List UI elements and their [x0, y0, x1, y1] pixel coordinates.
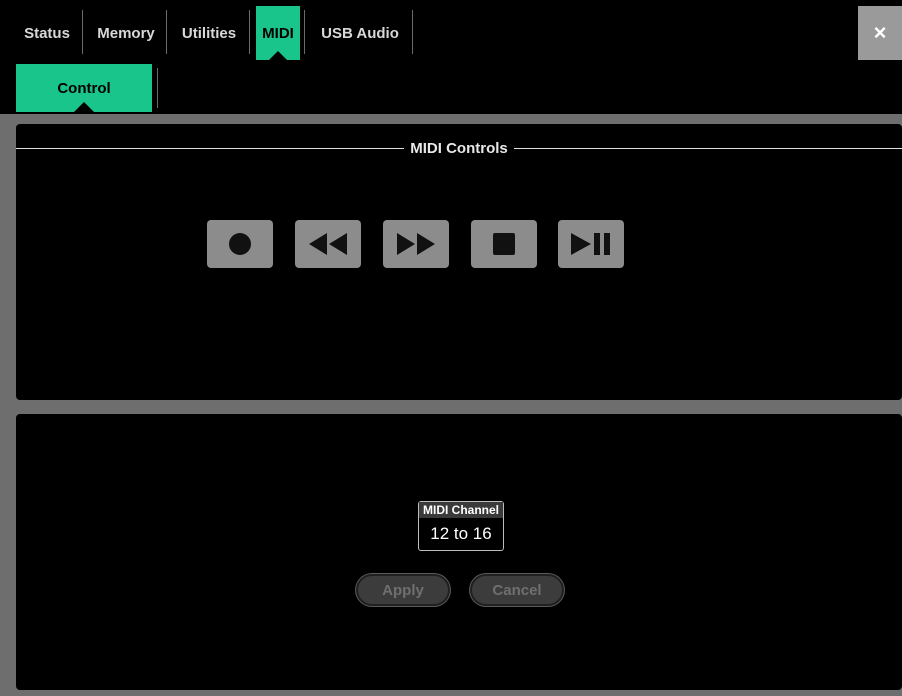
play-pause-icon	[571, 233, 610, 255]
stop-icon	[493, 233, 515, 255]
tab-divider	[304, 10, 305, 54]
midi-controls-header: MIDI Controls	[16, 137, 902, 159]
tab-utilities[interactable]: Utilities	[172, 6, 246, 60]
fast-forward-icon	[397, 233, 435, 255]
tab-usb-audio[interactable]: USB Audio	[312, 6, 408, 60]
apply-button[interactable]: Apply	[356, 574, 450, 606]
midi-controls-panel: MIDI Controls	[16, 124, 902, 400]
stop-button[interactable]	[471, 220, 537, 268]
active-subtab-indicator	[74, 102, 94, 112]
cancel-button[interactable]: Cancel	[470, 574, 564, 606]
tab-utilities-label: Utilities	[181, 24, 237, 42]
fast-forward-button[interactable]	[383, 220, 449, 268]
rewind-icon	[309, 233, 347, 255]
subtab-control-label: Control	[57, 79, 111, 97]
apply-button-label: Apply	[382, 581, 424, 599]
top-tab-bar: Status Memory Utilities MIDI USB Audio ×	[0, 0, 902, 62]
tab-divider	[82, 10, 83, 54]
midi-settings-screen: Status Memory Utilities MIDI USB Audio ×…	[0, 0, 902, 696]
tab-divider	[249, 10, 250, 54]
tab-memory-label: Memory	[97, 24, 155, 42]
midi-channel-panel: MIDI Channel 12 to 16 Apply Cancel	[16, 414, 902, 690]
tab-memory[interactable]: Memory	[88, 6, 164, 60]
subtab-divider	[157, 68, 158, 108]
midi-channel-value: 12 to 16	[430, 524, 492, 543]
tab-divider	[166, 10, 167, 54]
play-pause-button[interactable]	[558, 220, 624, 268]
content-frame: MIDI Controls MIDI Channel 12 to 16 Appl…	[0, 114, 902, 696]
tab-usb-audio-label: USB Audio	[321, 24, 399, 42]
tab-divider	[412, 10, 413, 54]
active-tab-indicator	[269, 51, 287, 60]
subtab-control[interactable]: Control	[16, 64, 152, 112]
midi-channel-selector[interactable]: MIDI Channel 12 to 16	[418, 501, 504, 551]
header-rule-right	[513, 147, 902, 149]
midi-controls-title: MIDI Controls	[410, 139, 508, 157]
tab-midi[interactable]: MIDI	[256, 6, 300, 60]
record-button[interactable]	[207, 220, 273, 268]
close-icon: ×	[873, 20, 887, 45]
close-button[interactable]: ×	[858, 6, 902, 60]
midi-channel-label: MIDI Channel	[419, 502, 503, 518]
header-rule-left	[16, 147, 405, 149]
record-icon	[229, 233, 251, 255]
tab-status-label: Status	[24, 24, 70, 42]
tab-midi-label: MIDI	[262, 24, 294, 42]
cancel-button-label: Cancel	[492, 581, 542, 599]
tab-status[interactable]: Status	[14, 6, 80, 60]
rewind-button[interactable]	[295, 220, 361, 268]
